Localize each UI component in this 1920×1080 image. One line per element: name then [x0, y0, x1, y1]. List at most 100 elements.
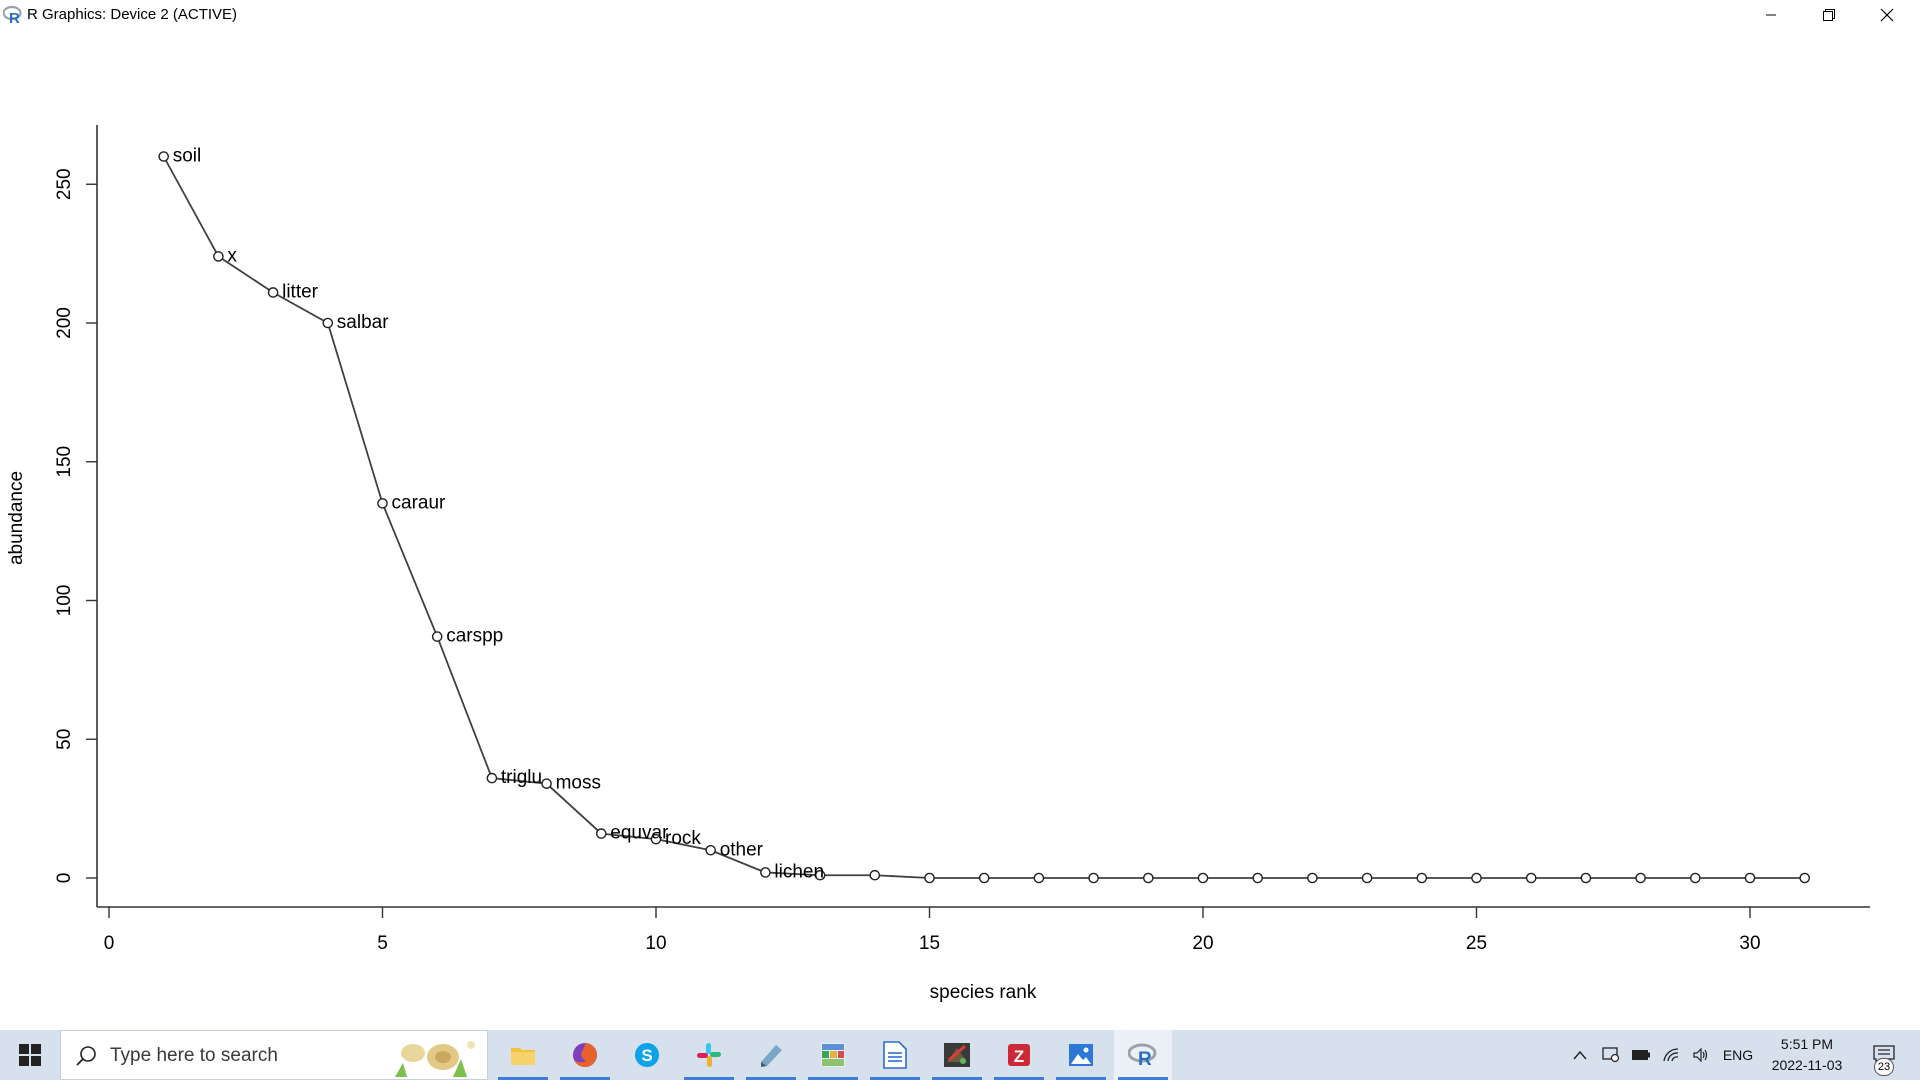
y-tick-label: 100	[54, 585, 75, 617]
data-point	[1033, 872, 1045, 884]
close-icon	[1880, 8, 1894, 22]
data-point	[924, 872, 935, 884]
y-tick-label: 0	[54, 873, 75, 884]
show-hidden-icons-button[interactable]	[1568, 1030, 1592, 1080]
device-tray-icon	[1602, 1047, 1620, 1063]
search-placeholder: Type here to search	[110, 1045, 278, 1066]
language-indicator: ENG	[1722, 1047, 1754, 1063]
close-button[interactable]	[1858, 0, 1916, 30]
svg-text:S: S	[641, 1046, 652, 1065]
clock[interactable]: 5:51 PM 2022-11-03	[1752, 1034, 1862, 1076]
y-tick-label: 200	[54, 307, 75, 339]
data-point	[1525, 872, 1537, 884]
point-label: soil	[173, 146, 202, 167]
r-app-icon: R	[1128, 1043, 1158, 1067]
data-point	[1361, 872, 1373, 884]
taskbar-app-button[interactable]: R	[1114, 1030, 1172, 1080]
data-point	[869, 869, 881, 881]
minimize-icon	[1766, 14, 1776, 16]
data-point	[1799, 872, 1810, 884]
series-line	[162, 156, 1805, 879]
data-point	[322, 317, 334, 329]
data-point	[1471, 872, 1482, 884]
taskbar-app-button[interactable]: Z	[990, 1030, 1048, 1080]
data-point	[213, 251, 224, 262]
taskbar-app-button[interactable]	[804, 1030, 862, 1080]
firefox-icon	[572, 1042, 598, 1068]
window-title-bar: R R Graphics: Device 2 (ACTIVE)	[0, 0, 1920, 30]
r-logo-icon: R	[3, 5, 22, 25]
clock-time: 5:51 PM	[1780, 1036, 1834, 1052]
data-point	[486, 772, 498, 784]
data-point	[431, 631, 443, 642]
point-label: caraur	[392, 492, 447, 513]
svg-text:Z: Z	[1014, 1047, 1024, 1066]
data-point	[158, 151, 169, 162]
point-label: carspp	[446, 626, 503, 647]
chevron-up-icon	[1573, 1050, 1587, 1060]
x-tick-label: 25	[1466, 933, 1487, 954]
data-point	[1744, 872, 1756, 884]
data-point	[1197, 872, 1209, 884]
point-label: x	[227, 245, 237, 266]
battery-button[interactable]	[1628, 1030, 1654, 1080]
taskbar-app-button[interactable]	[742, 1030, 800, 1080]
taskbar: Type here to search S Z R ENG 5:51 PM 2022…	[0, 1030, 1920, 1080]
point-label: rock	[665, 828, 701, 849]
data-point	[1580, 872, 1592, 884]
data-point	[1307, 872, 1318, 884]
y-tick-label: 150	[54, 446, 75, 478]
tray-device-icon-button[interactable]	[1598, 1030, 1624, 1080]
rank-abundance-chart: 0 5 10 15 20 25 30050100150200250 soilxlitters…	[6, 125, 1870, 1003]
data-point	[541, 778, 552, 789]
taskbar-app-button[interactable]	[680, 1030, 738, 1080]
x-axis-label: species rank	[930, 982, 1037, 1003]
battery-icon	[1632, 1050, 1650, 1060]
wifi-icon	[1663, 1048, 1679, 1062]
point-label: litter	[282, 281, 319, 302]
gimp-icon	[943, 1042, 971, 1068]
y-tick-label: 50	[54, 729, 75, 750]
point-label: other	[720, 839, 764, 860]
data-point	[377, 498, 388, 509]
data-point	[1143, 872, 1154, 884]
slack-icon	[696, 1042, 722, 1068]
file-explorer-icon	[510, 1044, 536, 1066]
x-tick-label: 15	[919, 933, 940, 954]
minimize-button[interactable]	[1742, 0, 1800, 30]
taskbar-app-button[interactable]	[928, 1030, 986, 1080]
restore-button[interactable]	[1800, 0, 1858, 30]
point-label: equvar	[610, 823, 669, 844]
point-label: lichen	[774, 861, 824, 882]
restore-icon	[1823, 9, 1835, 21]
notes-app-icon	[758, 1042, 784, 1068]
spreadsheet-app-icon	[820, 1042, 846, 1068]
zotero-icon: Z	[1006, 1042, 1032, 1068]
x-tick-label: 20	[1192, 933, 1213, 954]
start-button[interactable]	[0, 1030, 60, 1080]
y-tick-label: 250	[54, 168, 75, 200]
data-point	[1690, 872, 1701, 884]
data-point	[596, 828, 607, 839]
taskbar-app-button[interactable]	[556, 1030, 614, 1080]
taskbar-app-button[interactable]: S	[618, 1030, 676, 1080]
x-tick-label: 0	[104, 933, 115, 954]
taskbar-app-button[interactable]	[866, 1030, 924, 1080]
search-icon	[76, 1046, 96, 1066]
data-point	[1088, 872, 1099, 884]
svg-text:R: R	[9, 10, 20, 25]
data-point	[978, 872, 990, 884]
volume-button[interactable]	[1688, 1030, 1714, 1080]
taskbar-app-button[interactable]	[494, 1030, 552, 1080]
clock-date: 2022-11-03	[1771, 1057, 1843, 1073]
skype-icon: S	[634, 1042, 660, 1068]
speaker-icon	[1693, 1047, 1708, 1063]
point-label: salbar	[337, 312, 389, 333]
search-input[interactable]: Type here to search	[60, 1030, 488, 1080]
x-tick-label: 30	[1739, 933, 1760, 954]
search-highlight-illustration	[391, 1033, 483, 1079]
writer-document-icon	[883, 1041, 907, 1069]
plot-area: 0 5 10 15 20 25 30 0 50 100 150 200 250 soil x litter s…	[0, 30, 1920, 1030]
taskbar-app-button[interactable]	[1052, 1030, 1110, 1080]
network-button[interactable]	[1658, 1030, 1684, 1080]
